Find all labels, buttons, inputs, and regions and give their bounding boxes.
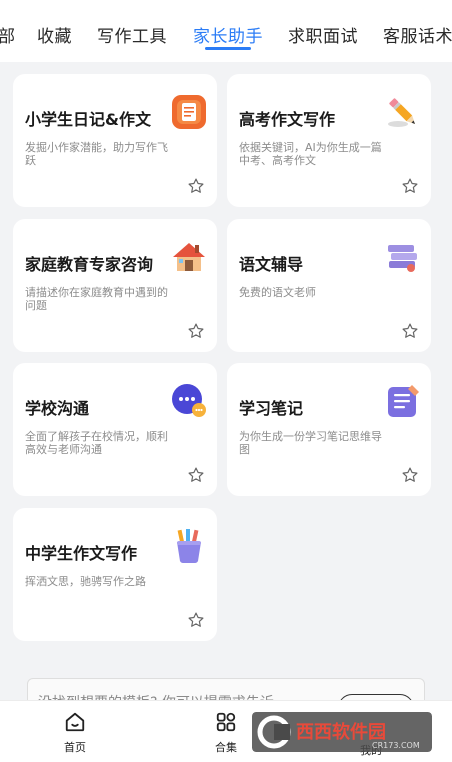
tab-favorites[interactable]: 收藏 (37, 22, 72, 47)
nav-collection-label: 合集 (215, 741, 237, 754)
notepad-icon (388, 385, 419, 417)
card-description: 依据关键词，AI为你生成一篇中考、高考作文 (239, 141, 382, 167)
card-title: 语文辅导 (239, 255, 304, 274)
tab-job-interview[interactable]: 求职面试 (288, 22, 358, 47)
nav-collection[interactable]: 合集 (196, 711, 256, 755)
tab-customer-service[interactable]: 客服话术 (383, 22, 452, 47)
favorite-star-icon[interactable] (401, 177, 419, 195)
card-title: 家庭教育专家咨询 (25, 255, 154, 274)
card-description: 请描述你在家庭教育中遇到的问题 (25, 286, 168, 312)
tab-all[interactable]: 部 (0, 22, 16, 47)
card-description: 免费的语文老师 (239, 286, 316, 299)
template-card-study-notes[interactable]: 学习笔记 为你生成一份学习笔记思维导图 (227, 363, 431, 496)
active-tab-indicator (205, 47, 251, 50)
card-title: 学习笔记 (239, 399, 304, 418)
favorite-star-icon[interactable] (187, 611, 205, 629)
template-card-school-communication[interactable]: 学校沟通 全面了解孩子在校情况，顺利高效与老师沟通 (13, 363, 217, 496)
template-card-family-education[interactable]: 家庭教育专家咨询 请描述你在家庭教育中遇到的问题 (13, 219, 217, 352)
favorite-star-icon[interactable] (187, 466, 205, 484)
template-card-diary[interactable]: 小学生日记&作文 发掘小作家潜能，助力写作飞跃 (13, 74, 217, 207)
svg-text:CR173.COM: CR173.COM (372, 741, 420, 750)
chat-bubble-icon (172, 384, 206, 417)
pencil-cup-icon (177, 529, 201, 563)
card-description: 挥洒文思，驰骋写作之路 (25, 575, 146, 588)
home-icon (65, 712, 85, 732)
favorite-star-icon[interactable] (401, 322, 419, 340)
nav-home-label: 首页 (64, 741, 86, 754)
card-description: 发掘小作家潜能，助力写作飞跃 (25, 141, 168, 167)
pencil-icon (388, 98, 416, 127)
document-icon (172, 95, 206, 129)
house-icon (173, 243, 205, 271)
tab-parent-assistant[interactable]: 家长助手 (193, 22, 263, 47)
tab-writing-tools[interactable]: 写作工具 (97, 22, 167, 47)
card-title: 学校沟通 (25, 399, 90, 418)
card-title: 高考作文写作 (239, 110, 336, 129)
books-icon (388, 245, 417, 272)
template-card-middle-school-essay[interactable]: 中学生作文写作 挥洒文思，驰骋写作之路 (13, 508, 217, 641)
category-tab-bar: 部 收藏 写作工具 家长助手 求职面试 客服话术 (0, 0, 452, 62)
site-watermark-logo: 西西软件园 CR173.COM (252, 712, 432, 752)
favorite-star-icon[interactable] (187, 177, 205, 195)
favorite-star-icon[interactable] (187, 322, 205, 340)
card-description: 全面了解孩子在校情况，顺利高效与老师沟通 (25, 430, 168, 456)
nav-home[interactable]: 首页 (45, 711, 105, 755)
favorite-star-icon[interactable] (401, 466, 419, 484)
template-card-chinese-tutor[interactable]: 语文辅导 免费的语文老师 (227, 219, 431, 352)
template-card-gaokao[interactable]: 高考作文写作 依据关键词，AI为你生成一篇中考、高考作文 (227, 74, 431, 207)
svg-text:西西软件园: 西西软件园 (296, 721, 386, 743)
card-description: 为你生成一份学习笔记思维导图 (239, 430, 382, 456)
grid-icon (216, 712, 236, 732)
card-title: 中学生作文写作 (25, 544, 138, 563)
card-title: 小学生日记&作文 (25, 110, 151, 129)
